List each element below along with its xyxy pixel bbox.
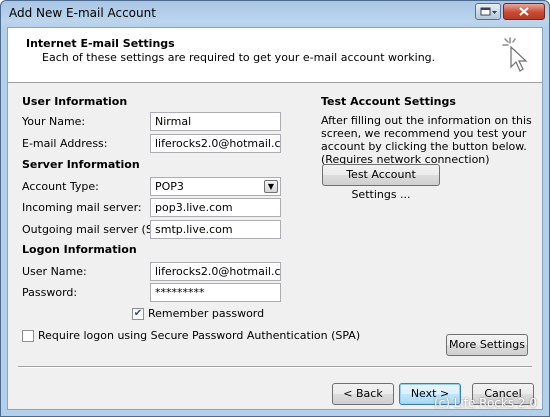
title-bar[interactable]: Add New E-mail Account bbox=[1, 1, 549, 27]
spa-checkbox[interactable] bbox=[22, 330, 34, 342]
incoming-server-label: Incoming mail server: bbox=[22, 201, 142, 214]
email-address-input[interactable]: liferocks2.0@hotmail.com bbox=[150, 134, 281, 153]
your-name-input[interactable]: Nirmal bbox=[150, 112, 281, 131]
account-type-value: POP3 bbox=[155, 180, 184, 193]
your-name-label: Your Name: bbox=[22, 115, 86, 128]
remember-password-checkbox[interactable]: ✔ bbox=[132, 308, 144, 320]
more-settings-button[interactable]: More Settings ... bbox=[446, 334, 528, 371]
watermark-text: (c) Life Rocks 2.0 bbox=[433, 396, 537, 410]
header-title: Internet E-mail Settings bbox=[26, 37, 175, 50]
remember-password-label[interactable]: Remember password bbox=[148, 307, 264, 320]
user-name-label: User Name: bbox=[22, 265, 87, 278]
account-type-select[interactable]: POP3 ▼ bbox=[150, 177, 281, 196]
spa-label[interactable]: Require logon using Secure Password Auth… bbox=[38, 329, 360, 342]
footer-separator bbox=[18, 366, 532, 368]
click-cursor-icon bbox=[502, 37, 528, 72]
dialog-client-area: Internet E-mail Settings Each of these s… bbox=[7, 27, 543, 410]
header-subtitle: Each of these settings are required to g… bbox=[42, 51, 436, 64]
incoming-server-input[interactable]: pop3.live.com bbox=[150, 198, 281, 217]
test-account-settings-button[interactable]: Test Account Settings ... bbox=[322, 164, 440, 201]
dropdown-icon bbox=[480, 7, 497, 16]
test-account-heading: Test Account Settings bbox=[321, 95, 456, 108]
password-input[interactable]: ********* bbox=[150, 283, 281, 302]
password-label: Password: bbox=[22, 286, 78, 299]
email-address-label: E-mail Address: bbox=[22, 137, 108, 150]
back-button[interactable]: < Back bbox=[332, 383, 394, 405]
outgoing-server-input[interactable]: smtp.live.com bbox=[150, 220, 281, 239]
user-information-heading: User Information bbox=[22, 95, 128, 108]
chevron-down-icon[interactable]: ▼ bbox=[264, 180, 278, 193]
dialog-header: Internet E-mail Settings Each of these s… bbox=[8, 28, 542, 83]
window-title: Add New E-mail Account bbox=[9, 6, 156, 20]
close-button[interactable] bbox=[503, 3, 545, 20]
system-menu-button[interactable] bbox=[475, 3, 501, 20]
server-information-heading: Server Information bbox=[22, 158, 140, 171]
test-account-description: After filling out the information on thi… bbox=[321, 114, 532, 166]
dialog-window: Add New E-mail Account Internet E-mail S… bbox=[0, 0, 550, 417]
logon-information-heading: Logon Information bbox=[22, 243, 137, 256]
close-icon bbox=[519, 7, 529, 16]
user-name-input[interactable]: liferocks2.0@hotmail.com bbox=[150, 262, 281, 281]
account-type-label: Account Type: bbox=[22, 180, 99, 193]
